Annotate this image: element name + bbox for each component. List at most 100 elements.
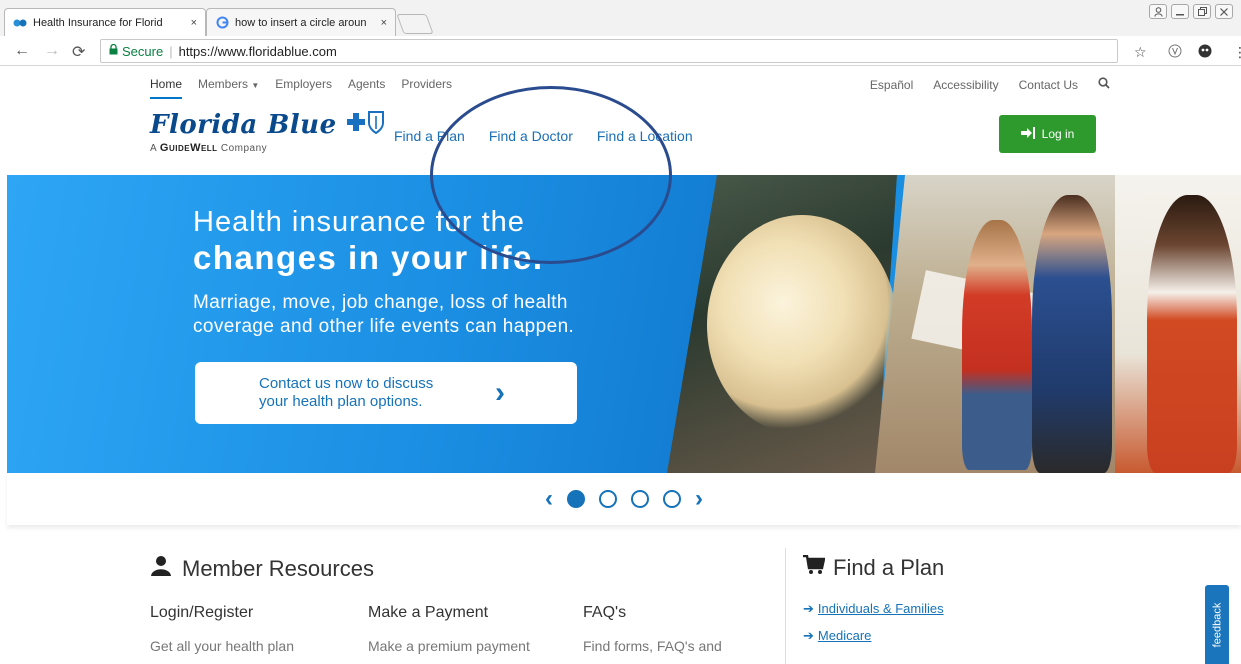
forward-arrow-icon[interactable]: → [44, 42, 60, 60]
florida-blue-logo[interactable]: Florida Blue A GuideWell Company [150, 110, 385, 154]
browser-tab-bar: Health Insurance for Florid × how to ins… [0, 0, 1241, 36]
resource-faqs: FAQ's Find forms, FAQ's and [583, 604, 722, 656]
resource-heading[interactable]: Make a Payment [368, 604, 530, 622]
tab-title: how to insert a circle aroun [235, 16, 367, 29]
arrow-right-icon: ➔ [803, 601, 814, 616]
restore-icon[interactable] [1193, 4, 1211, 19]
hero-headline-line2: changes in your life. [193, 239, 544, 276]
nav-employers[interactable]: Employers [275, 77, 332, 99]
hero-para-line2: coverage and other life events can happe… [193, 316, 575, 337]
close-icon[interactable] [1215, 4, 1233, 19]
tag-brand: GuideWell [159, 142, 218, 154]
man-image [1032, 195, 1112, 473]
new-tab-button[interactable] [396, 14, 434, 34]
bouquet-image [707, 215, 897, 435]
find-a-plan-links: ➔ Individuals & Families ➔ Medicare [803, 601, 944, 655]
carousel-dot-4[interactable] [663, 490, 681, 508]
url-text: https://www.floridablue.com [178, 43, 337, 59]
login-arrow-icon [1020, 126, 1035, 142]
resource-heading[interactable]: FAQ's [583, 604, 722, 622]
section-divider [785, 548, 786, 664]
nav-find-a-plan[interactable]: Find a Plan [394, 128, 465, 144]
close-icon[interactable]: × [381, 17, 387, 29]
lock-icon [109, 43, 118, 58]
nav-home[interactable]: Home [150, 77, 183, 99]
resource-heading[interactable]: Login/Register [150, 604, 294, 622]
nav-contact-us[interactable]: Contact Us [1019, 78, 1078, 92]
nav-members[interactable]: Members ▼ [198, 77, 259, 99]
carousel-next-icon[interactable]: › [695, 485, 703, 513]
nav-agents[interactable]: Agents [348, 77, 385, 99]
back-arrow-icon[interactable]: ← [14, 42, 30, 60]
member-resources-heading: Member Resources [150, 555, 374, 583]
close-icon[interactable]: × [191, 17, 197, 29]
main-nav: Find a Plan Find a Doctor Find a Locatio… [394, 128, 693, 144]
nav-accessibility[interactable]: Accessibility [933, 78, 998, 92]
resource-login-register: Login/Register Get all your health plan [150, 604, 294, 656]
tab-florida-blue[interactable]: Health Insurance for Florid × [4, 8, 206, 36]
professional-woman-image [1147, 195, 1237, 473]
find-a-plan-heading: Find a Plan [803, 554, 945, 581]
login-label: Log in [1041, 127, 1075, 141]
member-resources-title: Member Resources [182, 556, 374, 581]
hero-headline-line1: Health insurance for the [193, 206, 525, 238]
nav-providers[interactable]: Providers [401, 77, 452, 99]
minimize-icon[interactable] [1171, 4, 1189, 19]
carousel-dot-2[interactable] [599, 490, 617, 508]
brand-name: Florida Blue [150, 110, 337, 140]
login-button[interactable]: Log in [999, 115, 1096, 153]
resource-make-payment: Make a Payment Make a premium payment [368, 604, 530, 656]
resource-text: Find forms, FAQ's and [583, 638, 722, 654]
window-controls [1149, 4, 1233, 19]
extension-ghostery-icon[interactable] [1198, 44, 1212, 61]
tag-suffix: Company [220, 143, 268, 154]
extension-v-icon[interactable] [1168, 44, 1182, 61]
secure-label: Secure [122, 43, 164, 59]
hero-para-line1: Marriage, move, job change, loss of heal… [193, 292, 568, 313]
link-medicare[interactable]: ➔ Medicare [803, 628, 944, 644]
cta-line2: your health plan options. [259, 393, 423, 410]
tag-prefix: A [150, 143, 157, 154]
hero-banner: Health insurance for the changes in your… [7, 175, 1241, 473]
hero-paragraph: Marriage, move, job change, loss of heal… [193, 291, 574, 339]
reload-icon[interactable]: ⟳ [72, 42, 85, 62]
nav-find-a-doctor[interactable]: Find a Doctor [489, 128, 573, 144]
chevron-right-icon: › [495, 376, 505, 409]
contact-cta-button[interactable]: Contact us now to discuss your health pl… [195, 362, 577, 424]
resource-text: Get all your health plan [150, 638, 294, 654]
woman-image [962, 220, 1032, 470]
bookmark-star-icon[interactable]: ☆ [1134, 44, 1147, 61]
carousel-dot-1[interactable] [567, 490, 585, 508]
address-bar-row: ← → ⟳ Secure | https://www.floridablue.c… [0, 36, 1241, 66]
google-favicon [215, 16, 229, 30]
cross-shield-icon [347, 111, 385, 140]
link-label: Medicare [817, 628, 872, 643]
arrow-right-icon: ➔ [803, 628, 814, 643]
feedback-tab[interactable]: feedback [1205, 585, 1229, 664]
user-icon [150, 555, 172, 583]
resource-text: Make a premium payment [368, 638, 530, 654]
carousel-controls: ‹ › [7, 473, 1241, 525]
tab-title: Health Insurance for Florid [33, 16, 163, 29]
feedback-label: feedback [1211, 602, 1223, 647]
search-icon[interactable] [1098, 77, 1110, 92]
find-a-plan-title: Find a Plan [833, 555, 945, 580]
hero-copy: Health insurance for the changes in your… [193, 205, 574, 339]
link-individuals-families[interactable]: ➔ Individuals & Families [803, 601, 944, 617]
tab-google-search[interactable]: how to insert a circle aroun × [206, 8, 396, 36]
user-icon[interactable] [1149, 4, 1167, 19]
carousel-dot-3[interactable] [631, 490, 649, 508]
nav-members-label: Members [198, 77, 249, 91]
cta-text: Contact us now to discuss your health pl… [259, 375, 479, 411]
cta-line1: Contact us now to discuss [259, 375, 434, 392]
nav-espanol[interactable]: Español [870, 78, 913, 92]
url-input[interactable]: Secure | https://www.floridablue.com [100, 39, 1118, 63]
link-label: Individuals & Families [817, 601, 944, 616]
browser-menu-icon[interactable]: ⋮ [1233, 44, 1241, 61]
shopping-cart-icon [803, 554, 826, 581]
omnibox-separator: | [169, 43, 173, 59]
nav-find-a-location[interactable]: Find a Location [597, 128, 693, 144]
carousel-prev-icon[interactable]: ‹ [545, 485, 553, 513]
top-utility-nav: Home Members ▼ Employers Agents Provider… [150, 72, 1110, 99]
caret-down-icon: ▼ [251, 81, 260, 90]
